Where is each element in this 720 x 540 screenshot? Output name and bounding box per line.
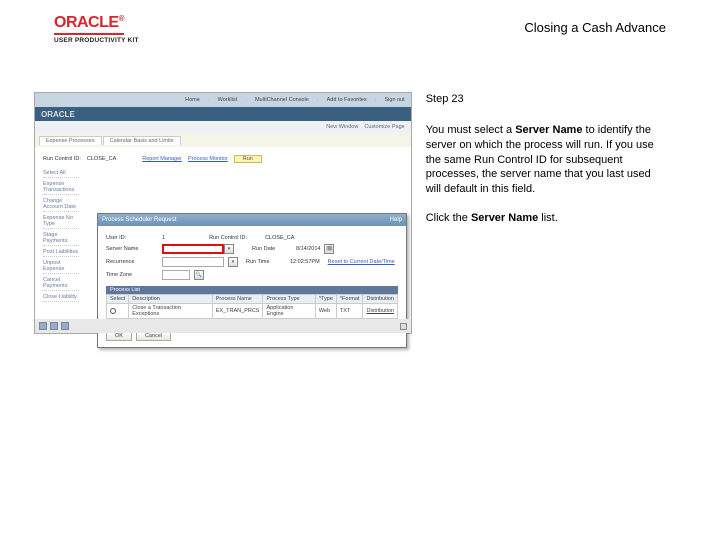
screenshot-frame: Home· Worklist· MultiChannel Console· Ad… <box>34 92 412 334</box>
side-row: Cancel Payments <box>43 276 79 291</box>
link-report-manager[interactable]: Report Manager <box>142 156 182 162</box>
process-list-table: Select Description Process Name Process … <box>106 294 398 319</box>
side-row: Expense No Type <box>43 214 79 229</box>
doc-title: Closing a Cash Advance <box>524 20 666 35</box>
recurrence-label: Recurrence <box>106 259 158 265</box>
th-pname: Process Name <box>212 295 263 304</box>
instruction-panel: Step 23 You must select a Server Name to… <box>426 92 666 334</box>
oracle-upk-logo: ORACLE® USER PRODUCTIVITY KIT <box>54 14 139 44</box>
tab-row: Expense Processes Calendar Basis and Lim… <box>35 133 411 147</box>
cell-pname: EX_TRAN_PRCS <box>212 304 263 319</box>
side-row: Unpost Expense <box>43 259 79 274</box>
cell-desc: Close a Transaction Exceptions <box>129 304 212 319</box>
oracle-wordmark: ORACLE® <box>54 14 139 32</box>
th-ptype: Process Type <box>263 295 315 304</box>
link-fav[interactable]: Add to Favorites <box>327 97 367 103</box>
link-customize[interactable]: Customize Page <box>364 124 404 130</box>
resize-grip-icon <box>400 323 407 330</box>
status-icon <box>50 322 58 330</box>
th-desc: Description <box>129 295 212 304</box>
cell-format: TXT <box>336 304 363 319</box>
app-brand-bar: ORACLE <box>35 107 411 121</box>
recurrence-input[interactable] <box>162 257 224 267</box>
cell-ptype: Application Engine <box>263 304 315 319</box>
status-icon <box>39 322 47 330</box>
process-list-header: Process List <box>106 286 398 294</box>
row-select-radio[interactable] <box>110 308 116 314</box>
recurrence-dropdown[interactable]: ▾ <box>228 257 238 267</box>
server-name-label: Server Name <box>106 246 158 252</box>
status-bar <box>35 319 411 333</box>
side-row: Select All <box>43 169 79 178</box>
run-date-label: Run Date <box>252 246 292 252</box>
modal-title-text: Process Scheduler Request <box>102 217 176 223</box>
step-label: Step 23 <box>426 92 666 107</box>
user-id-label: User ID: <box>106 235 158 241</box>
calendar-icon[interactable]: 🗓 <box>324 244 334 254</box>
side-row: Stage Payments <box>43 231 79 246</box>
run-control-value: CLOSE_CA <box>87 156 116 162</box>
link-process-monitor[interactable]: Process Monitor <box>188 156 228 162</box>
link-mcc[interactable]: MultiChannel Console <box>255 97 309 103</box>
th-type: *Type <box>315 295 336 304</box>
cell-type: Web <box>315 304 336 319</box>
server-name-input[interactable] <box>162 244 224 254</box>
side-row: Close Liability <box>43 293 79 302</box>
modal-help-link[interactable]: Help <box>390 217 402 223</box>
th-dist: Distribution <box>363 295 398 304</box>
link-new-window[interactable]: New Window <box>326 124 358 130</box>
user-id-value: 1 <box>162 235 165 241</box>
modal-runctl-label: Run Control ID: <box>209 235 261 241</box>
side-row: Change Account Date <box>43 197 79 212</box>
page-body: Run Control ID: CLOSE_CA Report Manager … <box>35 147 411 333</box>
status-icon <box>61 322 69 330</box>
run-date-value: 8/14/2014 <box>296 246 320 252</box>
th-format: *Format <box>336 295 363 304</box>
run-time-value: 12:02:57PM <box>290 259 320 265</box>
modal-runctl-value: CLOSE_CA <box>265 235 294 241</box>
link-home[interactable]: Home <box>185 97 200 103</box>
side-rows: Select All Expense Transactions Change A… <box>43 169 79 302</box>
link-signout[interactable]: Sign out <box>385 97 405 103</box>
table-row: Close a Transaction Exceptions EX_TRAN_P… <box>107 304 398 319</box>
tab-expense-processes[interactable]: Expense Processes <box>39 136 102 145</box>
tab-calendar[interactable]: Calendar Basis and Limits <box>103 136 181 145</box>
reset-datetime-link[interactable]: Reset to Current Date/Time <box>328 259 395 265</box>
cell-dist[interactable]: Distribution <box>363 304 398 319</box>
th-select: Select <box>107 295 129 304</box>
side-row: Post Liabilities <box>43 248 79 257</box>
timezone-input[interactable] <box>162 270 190 280</box>
modal-titlebar: Process Scheduler Request Help <box>98 214 406 226</box>
timezone-label: Time Zone <box>106 272 158 278</box>
upk-subtitle: USER PRODUCTIVITY KIT <box>54 37 139 44</box>
logo-underline <box>54 33 124 35</box>
timezone-lookup-icon[interactable]: 🔍 <box>194 270 204 280</box>
app-sublinks: New Window Customize Page <box>35 121 411 133</box>
side-row: Expense Transactions <box>43 180 79 195</box>
run-time-label: Run Time <box>246 259 286 265</box>
instruction-paragraph-2: Click the Server Name list. <box>426 211 666 226</box>
instruction-paragraph-1: You must select a Server Name to identif… <box>426 123 666 197</box>
app-top-links: Home· Worklist· MultiChannel Console· Ad… <box>35 93 411 107</box>
run-control-label: Run Control ID: <box>43 156 81 162</box>
run-button[interactable]: Run <box>234 155 262 163</box>
link-worklist[interactable]: Worklist <box>218 97 237 103</box>
server-name-dropdown[interactable]: ▾ <box>224 244 234 254</box>
